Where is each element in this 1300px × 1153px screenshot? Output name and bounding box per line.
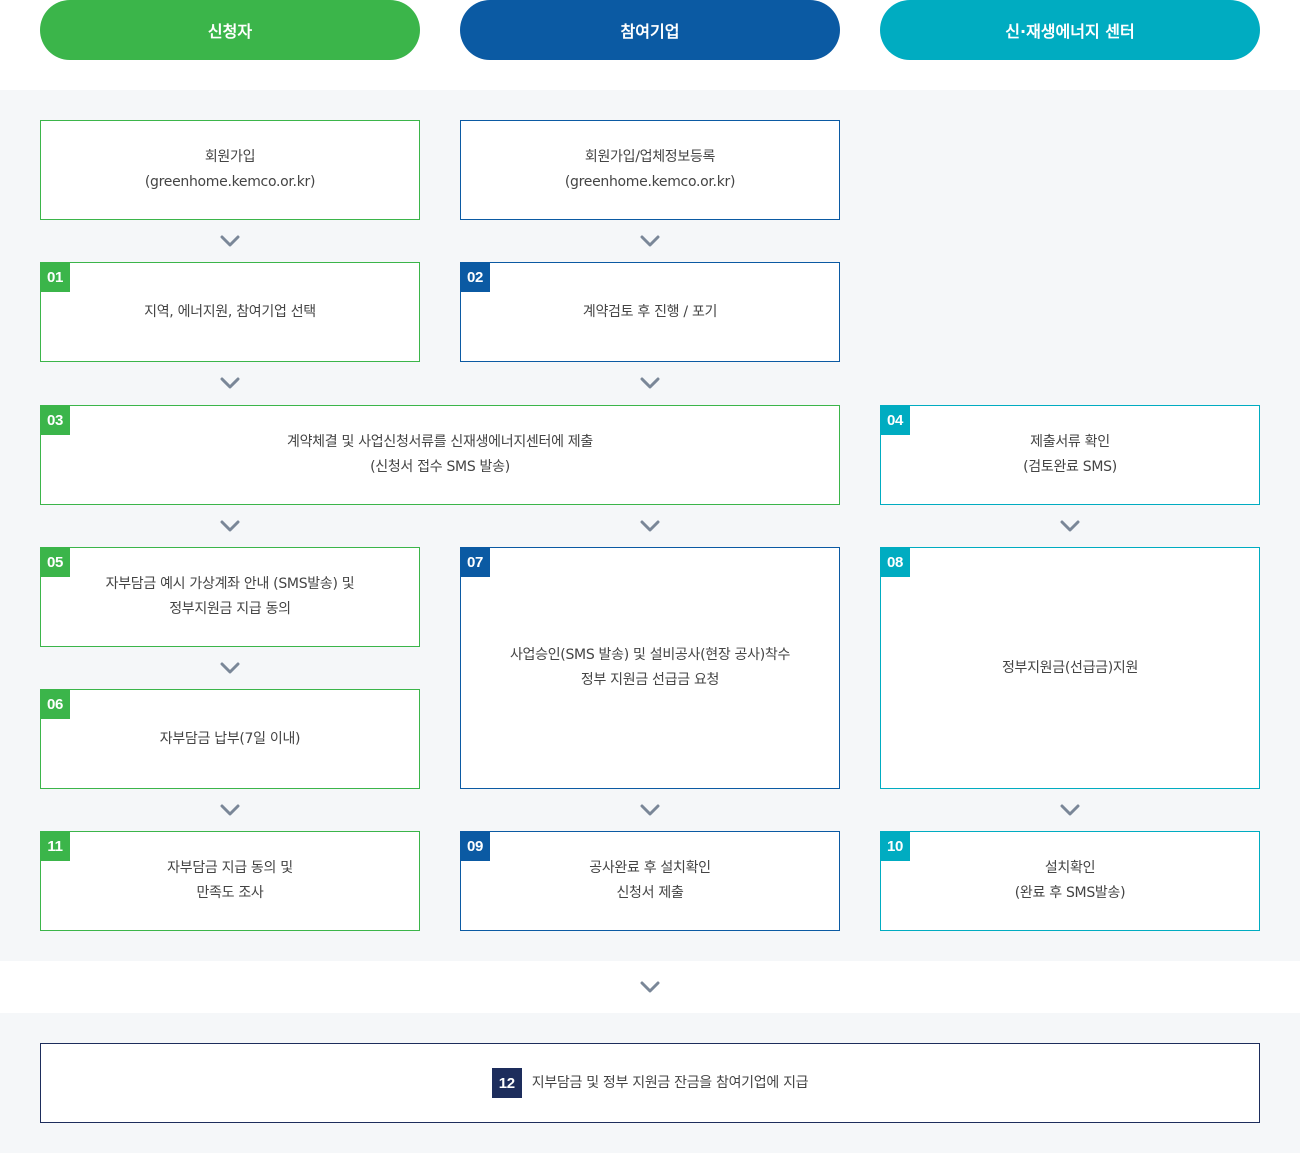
step-12-box: 12 지부담금 및 정부 지원금 잔금을 참여기업에 지급 — [40, 1043, 1260, 1123]
column-header-center: 신·재생에너지 센터 — [880, 0, 1260, 60]
step-06-number: 06 — [40, 689, 70, 719]
step-06-box: 06 자부담금 납부(7일 이내) — [40, 689, 420, 789]
chevron-down-icon — [220, 662, 240, 674]
chevron-down-icon — [220, 804, 240, 816]
step-05-line-2: 정부지원금 지급 동의 — [169, 601, 291, 617]
step-07-line-1: 사업승인(SMS 발송) 및 설비공사(현장 공사)착수 — [509, 647, 791, 663]
step-11-number: 11 — [40, 831, 70, 861]
signup-applicant-box: 회원가입 (greenhome.kemco.or.kr) — [40, 120, 420, 220]
step-01-text: 지역, 에너지원, 참여기업 선택 — [144, 303, 316, 320]
chevron-down-icon — [640, 377, 660, 389]
step-08-box: 08 정부지원금(선급금)지원 — [880, 547, 1260, 789]
step-09-line-1: 공사완료 후 설치확인 — [589, 860, 711, 876]
step-07-number: 07 — [460, 547, 490, 577]
step-08-text: 정부지원금(선급금)지원 — [1001, 659, 1139, 676]
step-04-line-1: 제출서류 확인 — [1030, 434, 1110, 450]
step-03-line-2: (신청서 접수 SMS 발송) — [370, 459, 510, 475]
step-02-text: 계약검토 후 진행 / 포기 — [582, 303, 718, 320]
step-05-box: 05 자부담금 예시 가상계좌 안내 (SMS발송) 및 정부지원금 지급 동의 — [40, 547, 420, 647]
step-09-box: 09 공사완료 후 설치확인 신청서 제출 — [460, 831, 840, 931]
step-02-number: 02 — [460, 262, 490, 292]
step-06-text: 자부담금 납부(7일 이내) — [159, 730, 301, 747]
step-03-number: 03 — [40, 405, 70, 435]
step-12-text: 지부담금 및 정부 지원금 잔금을 참여기업에 지급 — [531, 1074, 809, 1091]
signup-applicant-line-2: (greenhome.kemco.or.kr) — [144, 174, 316, 190]
step-02-box: 02 계약검토 후 진행 / 포기 — [460, 262, 840, 362]
step-01-box: 01 지역, 에너지원, 참여기업 선택 — [40, 262, 420, 362]
step-04-box: 04 제출서류 확인 (검토완료 SMS) — [880, 405, 1260, 505]
step-09-line-2: 신청서 제출 — [616, 885, 684, 901]
step-04-line-2: (검토완료 SMS) — [1023, 459, 1117, 475]
chevron-down-icon — [640, 804, 660, 816]
step-03-box: 03 계약체결 및 사업신청서류를 신재생에너지센터에 제출 (신청서 접수 S… — [40, 405, 840, 505]
step-07-line-2: 정부 지원금 선급금 요청 — [580, 672, 720, 688]
chevron-down-icon — [220, 377, 240, 389]
signup-company-box: 회원가입/업체정보등록 (greenhome.kemco.or.kr) — [460, 120, 840, 220]
step-08-number: 08 — [880, 547, 910, 577]
step-11-line-1: 자부담금 지급 동의 및 — [167, 860, 293, 876]
column-header-applicant: 신청자 — [40, 0, 420, 60]
signup-applicant-line-1: 회원가입 — [204, 149, 256, 165]
chevron-down-icon — [1060, 804, 1080, 816]
chevron-down-icon — [220, 235, 240, 247]
chevron-down-icon — [640, 981, 660, 993]
step-05-number: 05 — [40, 547, 70, 577]
column-header-company: 참여기업 — [460, 0, 840, 60]
chevron-down-icon — [220, 520, 240, 532]
step-10-line-2: (완료 후 SMS발송) — [1014, 885, 1126, 901]
chevron-down-icon — [1060, 520, 1080, 532]
chevron-down-icon — [640, 235, 660, 247]
step-05-line-1: 자부담금 예시 가상계좌 안내 (SMS발송) 및 — [105, 576, 355, 592]
signup-company-line-2: (greenhome.kemco.or.kr) — [564, 174, 736, 190]
step-03-line-1: 계약체결 및 사업신청서류를 신재생에너지센터에 제출 — [287, 434, 593, 450]
signup-company-line-1: 회원가입/업체정보등록 — [584, 149, 716, 165]
step-10-box: 10 설치확인 (완료 후 SMS발송) — [880, 831, 1260, 931]
chevron-down-icon — [640, 520, 660, 532]
step-01-number: 01 — [40, 262, 70, 292]
step-10-line-1: 설치확인 — [1044, 860, 1096, 876]
step-04-number: 04 — [880, 405, 910, 435]
step-11-line-2: 만족도 조사 — [196, 885, 264, 901]
step-07-box: 07 사업승인(SMS 발송) 및 설비공사(현장 공사)착수 정부 지원금 선… — [460, 547, 840, 789]
step-11-box: 11 자부담금 지급 동의 및 만족도 조사 — [40, 831, 420, 931]
step-12-number: 12 — [491, 1068, 522, 1098]
step-10-number: 10 — [880, 831, 910, 861]
step-09-number: 09 — [460, 831, 490, 861]
